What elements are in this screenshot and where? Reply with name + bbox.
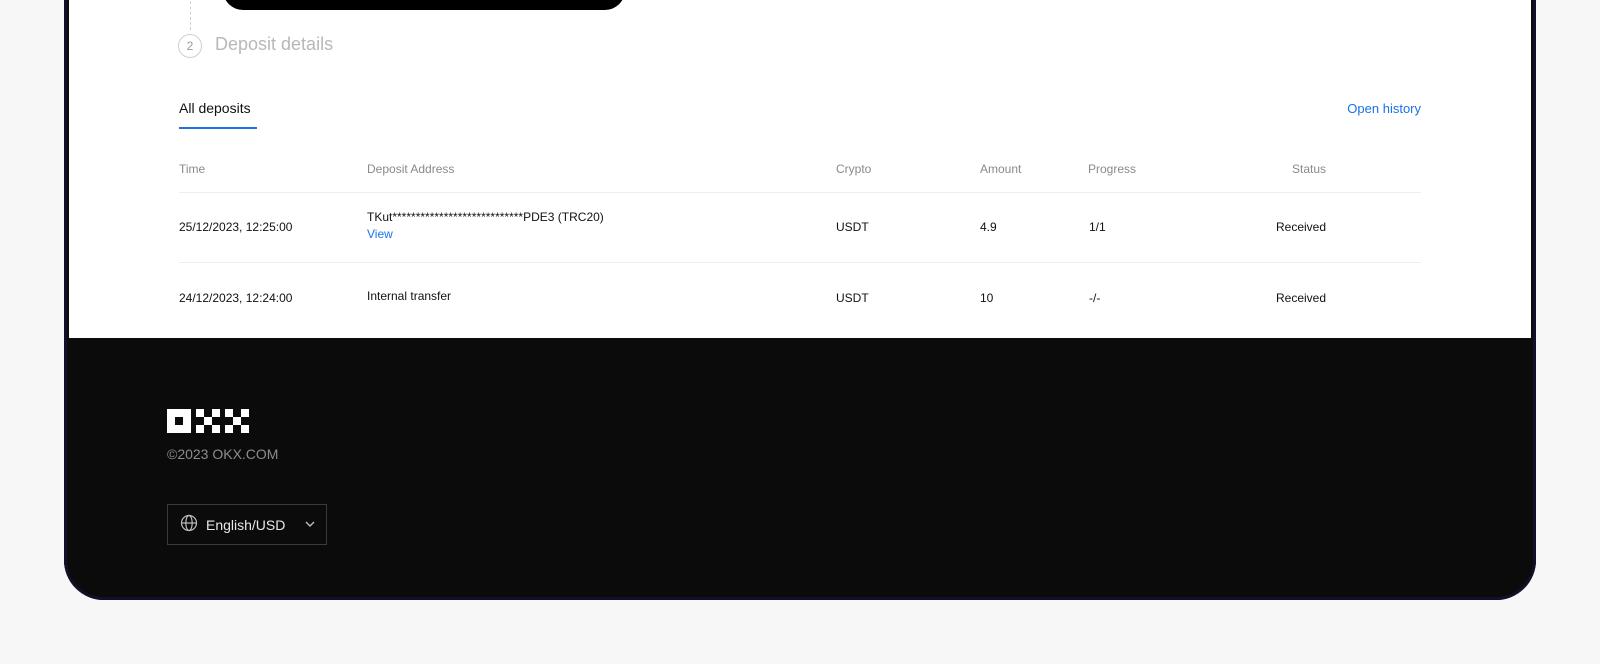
footer-column-heading (167, 580, 327, 586)
stepper-connector (190, 0, 191, 30)
column-header-crypto: Crypto (836, 162, 872, 176)
row-address: TKut****************************PDE3 (TR… (367, 210, 604, 224)
row-status: Received (1276, 291, 1327, 305)
okx-logo-icon (167, 409, 249, 433)
language-selector[interactable]: English/USD (167, 504, 327, 545)
tab-all-deposits[interactable]: All deposits (179, 100, 251, 116)
row-status: Received (1276, 220, 1327, 234)
device-frame: 2 Deposit details All deposits Open hist… (64, 0, 1536, 600)
column-header-time: Time (179, 162, 206, 176)
deposit-panel: 2 Deposit details All deposits Open hist… (69, 0, 1531, 338)
open-history-link[interactable]: Open history (1347, 101, 1421, 116)
okx-logo[interactable] (167, 408, 249, 434)
tab-active-indicator (179, 127, 257, 129)
row-amount: 10 (980, 291, 994, 305)
column-header-amount: Amount (980, 162, 1022, 176)
row-amount: 4.9 (980, 220, 997, 234)
column-header-progress: Progress (1088, 162, 1137, 176)
globe-icon (180, 514, 198, 535)
row-crypto: USDT (836, 291, 869, 305)
language-label: English/USD (206, 516, 286, 533)
address-box-edge (223, 0, 625, 10)
table-divider (179, 262, 1421, 263)
row-time: 25/12/2023, 12:25:00 (179, 220, 293, 234)
row-crypto: USDT (836, 220, 869, 234)
column-header-status: Status (1292, 162, 1327, 176)
chevron-down-icon (304, 517, 316, 533)
step-2-indicator: 2 (178, 34, 202, 58)
copyright-text: ©2023 OKX.COM (167, 446, 279, 462)
table-divider (179, 192, 1421, 193)
row-progress: -/- (1089, 291, 1101, 305)
row-address: Internal transfer (367, 289, 452, 303)
row-progress: 1/1 (1089, 220, 1106, 234)
column-header-address: Deposit Address (367, 162, 455, 176)
row-time: 24/12/2023, 12:24:00 (179, 291, 293, 305)
view-address-link[interactable]: View (367, 227, 393, 241)
step-2-title: Deposit details (215, 34, 334, 54)
